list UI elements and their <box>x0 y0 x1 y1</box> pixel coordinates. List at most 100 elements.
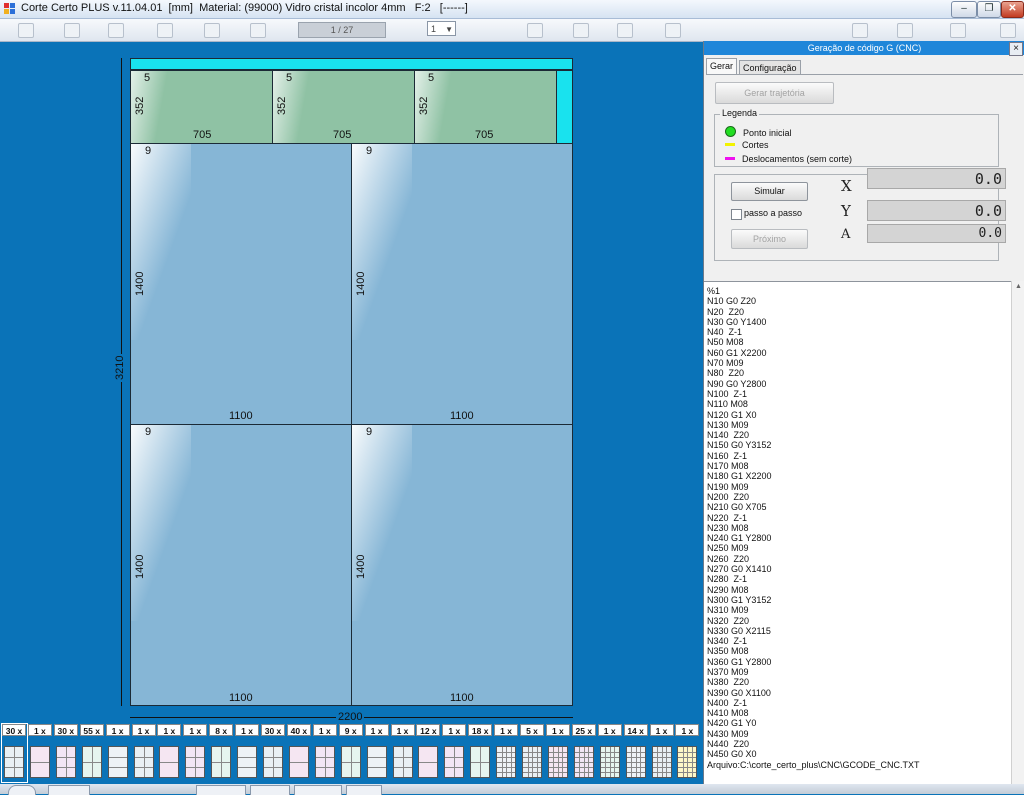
layout-thumbnail[interactable]: 1 x <box>105 724 131 782</box>
legend-title: Legenda <box>720 108 760 118</box>
info-icon[interactable] <box>950 23 966 38</box>
export-icon[interactable] <box>665 23 681 38</box>
layout-thumbnail[interactable]: 9 x <box>338 724 364 782</box>
exit-icon[interactable] <box>1000 23 1016 38</box>
gcode-line: N20 Z20 <box>707 306 745 317</box>
label-icon[interactable] <box>897 23 913 38</box>
minimize-button[interactable]: – <box>951 1 977 18</box>
layout-thumbnail[interactable]: 1 x <box>27 724 53 782</box>
thumbnail-preview <box>81 746 102 778</box>
gcode-line: N260 Z20 <box>707 553 750 564</box>
list-icon[interactable] <box>852 23 868 38</box>
gcode-output[interactable]: %1 N10 G0 Z20 N20 Z20 N30 G0 Y1400 N40 Z-1 N5… <box>704 281 1011 794</box>
step-by-step-label: passo a passo <box>744 208 803 218</box>
maximize-button[interactable]: ❐ <box>977 1 1001 18</box>
gcode-scrollbar[interactable]: ▲ ▼ <box>1011 281 1024 794</box>
a-value: 0.0 <box>867 224 1006 243</box>
layout-thumbnail[interactable]: 1 x <box>494 724 519 782</box>
thumbnail-preview <box>418 746 439 778</box>
layout-thumbnail[interactable]: 1 x <box>183 724 208 782</box>
scroll-up-icon[interactable]: ▲ <box>1015 283 1022 290</box>
gcode-line: N400 Z-1 <box>707 697 748 708</box>
layout-thumbnail[interactable]: 8 x <box>209 724 234 782</box>
close-button[interactable]: ✕ <box>1001 1 1024 18</box>
layout-thumbnail[interactable]: 1 x <box>442 724 467 782</box>
thumbnail-count: 1 x <box>545 724 570 736</box>
layout-thumbnail[interactable]: 55 x <box>79 724 105 782</box>
gcode-line: N160 Z-1 <box>707 450 748 461</box>
gcode-line: N200 Z20 <box>707 491 750 502</box>
layout-thumbnail[interactable]: 1 x <box>157 724 182 782</box>
thumbnail-count: 1 x <box>597 724 622 736</box>
layout-thumbnail[interactable]: 40 x <box>286 724 312 782</box>
gcode-line: N180 G1 X2200 <box>707 471 772 482</box>
gcode-line: N70 M09 <box>707 358 744 369</box>
layout-thumbnails: 30 x1 x 30 x 55 x1 x1 x1 x1 x8 x1 x 30 x 40 … <box>0 723 703 784</box>
piece-large[interactable]: 9 1400 1100 <box>351 143 573 425</box>
piece-top-label: 5 <box>144 72 151 84</box>
generate-path-button[interactable]: Gerar trajetória <box>715 82 834 104</box>
tools-icon[interactable] <box>573 23 589 38</box>
edit-layout-icon[interactable] <box>108 23 124 38</box>
piece-width-label: 1100 <box>229 410 253 422</box>
piece-small[interactable]: 5 352 705 <box>414 70 557 144</box>
piece-large[interactable]: 9 1400 1100 <box>130 143 352 425</box>
toolbar <box>0 19 1024 42</box>
layout-thumbnail[interactable]: 1 x <box>312 724 338 782</box>
single-view-icon[interactable] <box>64 23 80 38</box>
thumbnail-count: 30 x <box>261 724 285 736</box>
piece-large[interactable]: 9 1400 1100 <box>130 424 352 706</box>
layout-thumbnail[interactable]: 1 x <box>545 724 571 782</box>
layout-thumbnail[interactable]: 12 x <box>416 724 441 782</box>
piece-large[interactable]: 9 1400 1100 <box>351 424 573 706</box>
layout-thumbnail[interactable]: 30 x <box>53 724 79 782</box>
simulate-button[interactable]: Simular <box>731 182 808 201</box>
print-preview-icon[interactable] <box>204 23 220 38</box>
layout-thumbnail[interactable]: 5 x <box>520 724 545 782</box>
layout-thumbnail[interactable]: 18 x <box>468 724 493 782</box>
layout-thumbnail[interactable]: 1 x <box>235 724 260 782</box>
piece-small[interactable]: 5 352 705 <box>130 70 273 144</box>
document-icon[interactable] <box>527 23 543 38</box>
gcode-line: N410 M08 <box>707 708 749 719</box>
thumbnail-preview <box>29 746 50 778</box>
layout-thumbnail[interactable]: 1 x <box>390 724 416 782</box>
step-by-step-checkbox[interactable] <box>731 209 742 220</box>
layout-thumbnail[interactable]: 1 x <box>364 724 390 782</box>
layout-thumbnail[interactable]: 30 x <box>1 723 28 783</box>
thumbnail-count: 30 x <box>2 724 26 736</box>
layout-thumbnail[interactable]: 1 x <box>597 724 623 782</box>
layout-thumbnail[interactable]: 25 x <box>571 724 597 782</box>
gcode-line: N100 Z-1 <box>707 388 748 399</box>
thumbnail-preview <box>133 746 154 778</box>
tab-gerar[interactable]: Gerar <box>706 58 738 75</box>
legend-item: Cortes <box>725 140 769 150</box>
gcode-line: N360 G1 Y2800 <box>707 656 772 667</box>
piece-height-label: 1400 <box>134 271 146 296</box>
print-icon[interactable] <box>157 23 173 38</box>
thumbnail-count: 5 x <box>520 724 544 736</box>
page-select[interactable]: 1 ▼ <box>427 21 456 36</box>
layout-thumbnail[interactable]: 1 x <box>131 724 157 782</box>
thumbnail-preview <box>651 746 672 778</box>
piece-width-label: 705 <box>333 129 352 141</box>
gcode-line: N190 M09 <box>707 481 749 492</box>
cnc-icon[interactable] <box>617 23 633 38</box>
layout-thumbnail[interactable]: 1 x <box>675 724 700 782</box>
gcode-line: N270 G0 X1410 <box>707 564 772 575</box>
piece-height-label: 1400 <box>355 271 367 296</box>
thumbnail-preview <box>211 746 232 778</box>
piece-small[interactable]: 5 352 705 <box>272 70 415 144</box>
tab-configuracao[interactable]: Configuração <box>739 60 801 75</box>
thumbnail-preview <box>599 746 620 778</box>
pages-icon[interactable] <box>250 23 266 38</box>
layout-thumbnail[interactable]: 30 x <box>261 724 286 782</box>
layout-thumbnail[interactable]: 14 x <box>623 724 649 782</box>
gcode-line: N150 G0 Y3152 <box>707 440 772 451</box>
layout-thumbnail[interactable]: 1 x <box>649 724 675 782</box>
thumbnail-preview <box>392 746 413 778</box>
grid-view-icon[interactable] <box>18 23 34 38</box>
next-button[interactable]: Próximo <box>731 229 808 249</box>
height-dimension-line <box>121 58 122 706</box>
panel-close-button[interactable]: × <box>1009 42 1023 56</box>
